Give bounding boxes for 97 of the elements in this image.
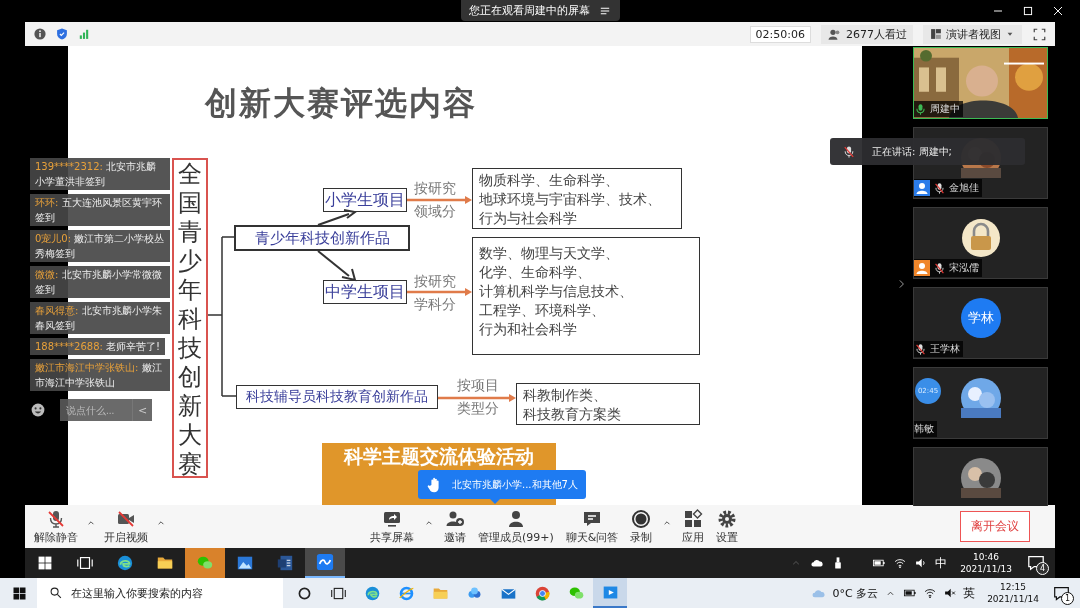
topic-line: 物质科学、生命科学、 (479, 171, 620, 190)
clock-date: 2021/11/14 (987, 593, 1039, 605)
clock-time: 12:15 (1000, 581, 1027, 593)
participant-tile[interactable]: 周建中 (913, 47, 1048, 119)
windows-icon[interactable] (12, 585, 27, 601)
lock-avatar-icon (960, 218, 1001, 258)
participant-tile[interactable] (913, 447, 1048, 506)
layout-icon (929, 27, 943, 41)
fullscreen-icon[interactable] (1032, 26, 1047, 42)
chat-message: 微微: 北安市兆麟小学常微微签到 (30, 266, 170, 298)
method-label: 领域分 (414, 203, 456, 220)
chat-message: 春风得意: 北安市兆麟小学朱春风签到 (30, 302, 170, 334)
method-label: 按项目 (457, 377, 499, 394)
chat-message: 139****2312: 北安市兆麟小学董洪非签到 (30, 158, 170, 190)
wifi-icon[interactable] (893, 556, 908, 570)
arrow (407, 196, 472, 204)
clock-date: 2021/11/13 (960, 563, 1012, 575)
shield-icon[interactable] (55, 27, 69, 41)
browser-icon (533, 584, 551, 602)
chat-message: 环环: 五大连池风景区黄宇环签到 (30, 194, 170, 226)
search-icon (49, 586, 63, 600)
leave-meeting-button[interactable]: 离开会议 (960, 511, 1030, 542)
notification-count: 4 (1036, 562, 1049, 575)
unmute-button[interactable]: 解除静音 (31, 506, 81, 547)
topic-line: 数学、物理与天文学、 (479, 244, 620, 263)
arrow (317, 250, 357, 282)
category-node: 科技辅导员科技教育创新作品 (236, 385, 438, 409)
speaking-text: 正在讲话: 周建中; (872, 144, 952, 159)
browser-icon (116, 554, 134, 572)
method-label: 按研究 (414, 273, 456, 290)
browser-icon (363, 584, 381, 602)
settings-icon (717, 508, 738, 529)
topic-line: 行为与社会科学 (479, 209, 578, 228)
chat-message: 0宠儿0: 嫩江市第二小学校丛秀梅签到 (30, 230, 170, 262)
taskbar-app[interactable] (305, 548, 345, 578)
toolbar-button[interactable]: 录制 (627, 506, 656, 547)
participant-name: 韩敏 (914, 422, 934, 436)
slide-title: 创新大赛评选内容 (205, 83, 477, 124)
windows-icon[interactable] (37, 555, 53, 571)
notification-icon[interactable] (1053, 584, 1070, 602)
chat-message: 188****2688: 老师辛苦了! (30, 338, 166, 355)
microphone-icon (842, 144, 856, 159)
participant-name: 宋泓儒 (949, 261, 979, 275)
topic-line: 化学、生命科学、 (479, 263, 592, 282)
initials-avatar: 学林 (960, 298, 1001, 338)
start-video-button[interactable]: 开启视频 (101, 506, 151, 547)
record-icon (631, 508, 652, 529)
clock[interactable]: 10:46 2021/11/13 (960, 551, 1012, 575)
toolbar-button[interactable]: 应用 (679, 506, 708, 547)
meeting-app-icon (316, 553, 334, 571)
clock[interactable]: 12:15 2021/11/14 (987, 581, 1039, 605)
toolbar-button[interactable]: 聊天&问答 (562, 506, 622, 547)
method-label: 按研究 (414, 180, 456, 197)
toolbar-button[interactable]: 邀请 (441, 506, 469, 547)
emoji-icon[interactable] (30, 402, 46, 418)
participant-tile[interactable]: 学林 王学林 (913, 287, 1048, 359)
view-mode-dropdown[interactable]: 演讲者视图 (923, 24, 1022, 44)
task-view-icon (76, 554, 94, 572)
clock-time: 10:46 (973, 551, 1000, 563)
topic-line: 行为和社会科学 (479, 320, 578, 339)
wifi-icon[interactable] (923, 586, 938, 600)
search-field[interactable]: 在这里输入你要搜索的内容 (37, 578, 283, 608)
topic-line: 地球环境与宇宙科学、技术、 (479, 190, 662, 209)
method-label: 类型分 (457, 400, 499, 417)
chat-message: 嫩江市海江中学张铁山: 嫩江市海江中学张铁山 (30, 359, 170, 391)
apps-icon (683, 508, 704, 529)
input-method[interactable]: 英 (963, 584, 976, 602)
participant-tile[interactable]: 宋泓儒 (913, 207, 1048, 279)
participant-name: 周建中 (930, 102, 960, 116)
meeting-timer: 02:50:06 (749, 25, 811, 43)
participant-name: 王学林 (930, 342, 960, 356)
topic-line: 计算机科学与信息技术、 (479, 282, 634, 301)
document-app-icon (276, 554, 294, 572)
viewers-button[interactable]: 2677人看过 (821, 24, 913, 44)
project-node: 小学生项目 (323, 188, 407, 212)
method-label: 学科分 (414, 296, 456, 313)
category-node: 青少年科技创新作品 (234, 225, 410, 251)
toolbar-button[interactable]: 设置 (713, 506, 742, 547)
arrow (317, 209, 358, 226)
notification-count: 1 (1061, 591, 1074, 605)
vertical-title: 全国青少年科技创新大赛 (172, 158, 208, 478)
participant-name: 金旭佳 (949, 181, 979, 195)
arrow (407, 288, 472, 296)
project-node: 中学生项目 (323, 280, 407, 304)
weather-text[interactable]: 0°C 多云 (832, 585, 879, 601)
muted-volume-icon[interactable] (943, 586, 958, 600)
photo-app-icon (236, 554, 254, 572)
browser-icon (397, 584, 415, 602)
chat-input-field[interactable]: 说点什么... (60, 399, 132, 421)
topic-line: 工程学、环境科学、 (479, 301, 606, 320)
info-icon[interactable] (33, 27, 47, 41)
toolbar-button[interactable]: 管理成员(99+) (475, 506, 557, 547)
topic-line: 科教制作类、 (523, 386, 608, 405)
toolbar-button[interactable]: 共享屏幕 (367, 506, 417, 547)
input-method[interactable]: 中 (935, 554, 948, 572)
banner-text: 您正在观看周建中的屏幕 (468, 3, 590, 18)
topic-line: 科技教育方案类 (523, 405, 622, 424)
